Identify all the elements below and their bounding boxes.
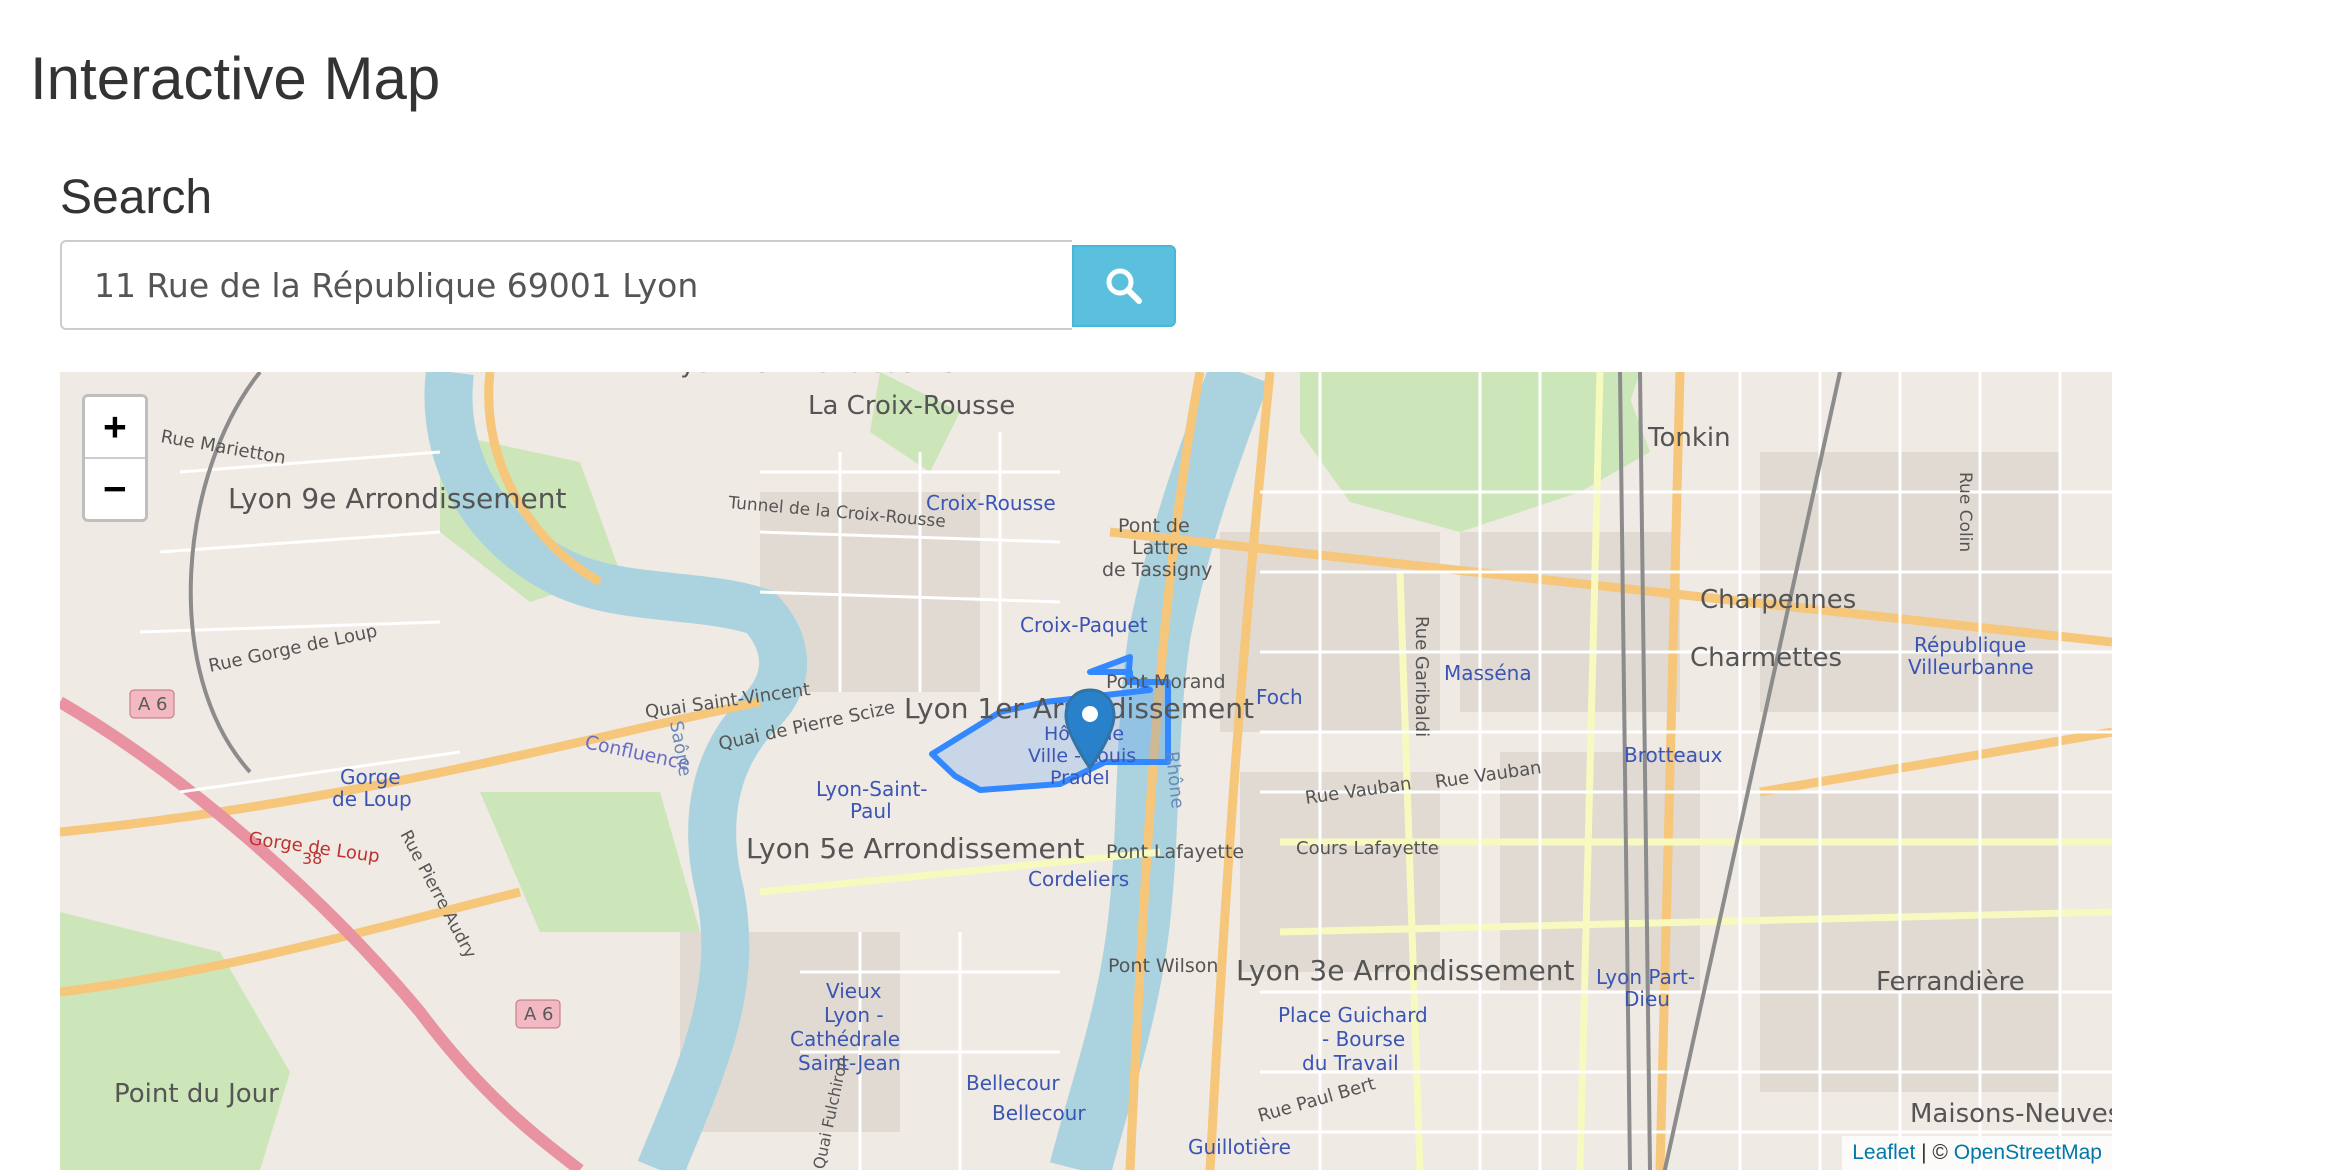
- svg-text:Maisons-Neuves: Maisons-Neuves: [1910, 1099, 2112, 1129]
- svg-text:- Bourse: - Bourse: [1322, 1027, 1405, 1051]
- map-attribution: Leaflet | © OpenStreetMap: [1842, 1136, 2112, 1170]
- svg-text:Lyon Part-: Lyon Part-: [1596, 965, 1695, 989]
- search-label: Search: [60, 171, 213, 224]
- svg-text:du Travail: du Travail: [1302, 1051, 1399, 1075]
- svg-text:Pont Wilson: Pont Wilson: [1108, 955, 1218, 977]
- svg-text:Paul: Paul: [850, 799, 892, 823]
- attribution-separator: | ©: [1915, 1141, 1954, 1164]
- osm-link[interactable]: OpenStreetMap: [1954, 1141, 2102, 1164]
- svg-text:Cordeliers: Cordeliers: [1028, 867, 1129, 891]
- svg-text:Rue Colin: Rue Colin: [1955, 472, 1975, 552]
- svg-text:Guillotière: Guillotière: [1188, 1135, 1291, 1159]
- svg-text:Gorge: Gorge: [340, 765, 401, 789]
- svg-text:Brotteaux: Brotteaux: [1624, 743, 1723, 767]
- zoom-out-button[interactable]: −: [85, 457, 145, 519]
- svg-text:La Croix-Rousse: La Croix-Rousse: [808, 391, 1015, 421]
- leaflet-link[interactable]: Leaflet: [1852, 1141, 1915, 1164]
- svg-text:Ferrandière: Ferrandière: [1876, 967, 2025, 997]
- map-marker-icon[interactable]: [1064, 688, 1116, 772]
- svg-text:Lattre: Lattre: [1132, 537, 1188, 559]
- svg-text:Lyon 4e Arrondissement: Lyon 4e Arrondissement: [668, 372, 982, 379]
- svg-text:Bellecour: Bellecour: [992, 1101, 1086, 1125]
- search-button[interactable]: [1072, 245, 1176, 327]
- svg-text:Charmettes: Charmettes: [1690, 643, 1842, 673]
- svg-text:Cours Lafayette: Cours Lafayette: [1296, 838, 1439, 859]
- svg-text:Masséna: Masséna: [1444, 661, 1532, 685]
- search-form: [60, 240, 1176, 330]
- svg-text:Lyon 9e Arrondissement: Lyon 9e Arrondissement: [228, 482, 566, 515]
- svg-text:Pont de: Pont de: [1118, 515, 1190, 537]
- svg-text:Lyon 5e Arrondissement: Lyon 5e Arrondissement: [746, 832, 1084, 865]
- svg-text:Vieux: Vieux: [826, 979, 882, 1003]
- svg-text:Charpennes: Charpennes: [1700, 585, 1856, 615]
- svg-text:Place Guichard: Place Guichard: [1278, 1003, 1428, 1027]
- svg-text:Pont Lafayette: Pont Lafayette: [1106, 841, 1244, 863]
- svg-text:Foch: Foch: [1256, 685, 1303, 709]
- page-title: Interactive Map: [30, 45, 441, 112]
- svg-text:Lyon-Saint-: Lyon-Saint-: [816, 777, 928, 801]
- search-icon: [1106, 268, 1142, 304]
- svg-text:Rue Garibaldi: Rue Garibaldi: [1411, 616, 1432, 737]
- svg-text:Dieu: Dieu: [1624, 987, 1670, 1011]
- svg-text:38: 38: [302, 849, 322, 868]
- svg-text:de Loup: de Loup: [332, 787, 412, 811]
- svg-text:Tonkin: Tonkin: [1647, 423, 1731, 453]
- search-input[interactable]: [60, 240, 1072, 330]
- svg-text:Villeurbanne: Villeurbanne: [1908, 655, 2034, 679]
- zoom-in-button[interactable]: +: [85, 397, 145, 457]
- svg-text:Croix-Rousse: Croix-Rousse: [926, 491, 1056, 515]
- svg-text:Point du Jour: Point du Jour: [114, 1079, 279, 1109]
- svg-text:Lyon -: Lyon -: [824, 1003, 884, 1027]
- zoom-control: + −: [82, 394, 148, 522]
- map-container[interactable]: Lyon 4e Arrondissement La Croix-Rousse R…: [60, 372, 2112, 1170]
- svg-text:Bellecour: Bellecour: [966, 1071, 1060, 1095]
- svg-text:de Tassigny: de Tassigny: [1102, 559, 1212, 581]
- svg-text:A 6: A 6: [138, 694, 168, 715]
- svg-text:Pont Morand: Pont Morand: [1106, 671, 1226, 693]
- svg-text:Cathédrale: Cathédrale: [790, 1027, 900, 1051]
- svg-text:Lyon 3e Arrondissement: Lyon 3e Arrondissement: [1236, 954, 1574, 987]
- svg-text:Croix-Paquet: Croix-Paquet: [1020, 613, 1148, 637]
- svg-text:A 6: A 6: [524, 1004, 554, 1025]
- svg-text:République: République: [1914, 633, 2026, 657]
